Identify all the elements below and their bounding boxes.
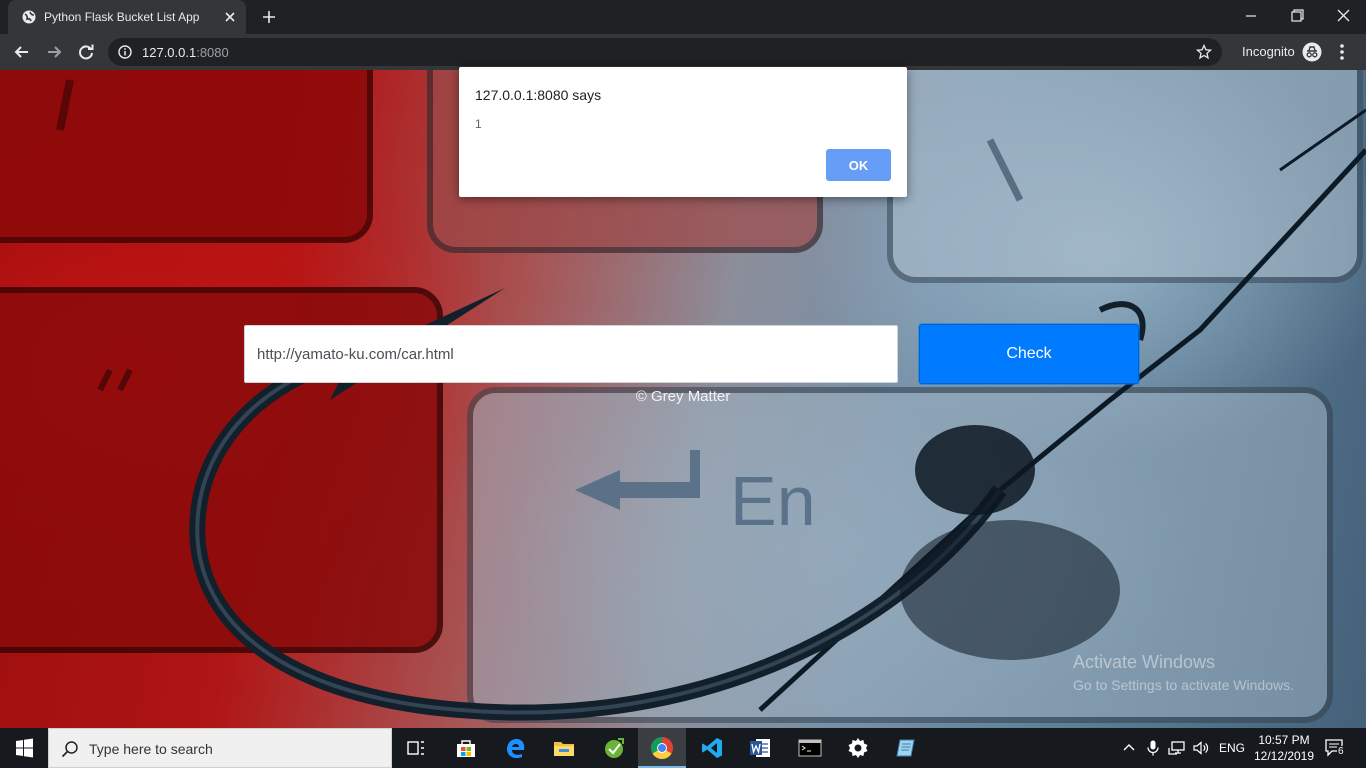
new-tab-icon[interactable] (260, 8, 278, 26)
watermark-subtitle: Go to Settings to activate Windows. (1073, 677, 1294, 693)
globe-icon (22, 10, 36, 24)
greenshot-button[interactable] (590, 728, 638, 768)
search-placeholder: Type here to search (89, 741, 213, 757)
action-center-button[interactable]: 6 (1324, 738, 1346, 758)
incognito-label: Incognito (1242, 44, 1295, 59)
store-button[interactable] (442, 728, 490, 768)
system-clock[interactable]: 10:57 PM 12/12/2019 (1246, 732, 1322, 764)
microphone-icon[interactable] (1144, 739, 1162, 757)
browser-toolbar: 127.0.0.1:8080 Incognito (0, 34, 1366, 70)
store-icon (457, 740, 475, 757)
check-button[interactable]: Check (919, 324, 1139, 384)
bookmark-star-icon[interactable] (1196, 44, 1212, 60)
terminal-button[interactable] (786, 728, 834, 768)
clock-date: 12/12/2019 (1253, 749, 1315, 763)
info-icon[interactable] (118, 45, 132, 59)
settings-button[interactable] (834, 728, 882, 768)
file-explorer-button[interactable] (540, 728, 588, 768)
close-window-icon[interactable] (1332, 6, 1354, 26)
alert-dialog: 127.0.0.1:8080 says 1 OK (459, 67, 907, 197)
vscode-button[interactable] (688, 728, 736, 768)
back-icon[interactable] (12, 42, 32, 62)
terminal-icon (798, 739, 822, 757)
chrome-icon (651, 737, 673, 759)
windows-taskbar: Type here to search ENG 10:57 PM 12/12/2… (0, 728, 1366, 768)
alert-ok-button[interactable]: OK (826, 149, 891, 181)
task-view-icon (407, 741, 424, 755)
minimize-icon[interactable] (1240, 6, 1262, 26)
search-icon (61, 741, 78, 758)
edge-button[interactable] (492, 728, 540, 768)
notepad-button[interactable] (882, 728, 930, 768)
watermark-title: Activate Windows (1073, 652, 1216, 672)
network-icon[interactable] (1168, 739, 1186, 757)
word-button[interactable] (736, 728, 784, 768)
greenshot-icon (605, 738, 624, 758)
chevron-up-icon[interactable] (1120, 739, 1138, 757)
taskbar-search[interactable]: Type here to search (48, 728, 392, 768)
url-text[interactable]: 127.0.0.1:8080 (142, 45, 229, 60)
more-menu-icon[interactable] (1333, 42, 1351, 62)
forward-icon[interactable] (44, 42, 64, 62)
address-bar[interactable]: 127.0.0.1:8080 (108, 38, 1222, 66)
vscode-icon (702, 738, 722, 758)
close-tab-icon[interactable] (222, 9, 238, 25)
clock-time: 10:57 PM (1258, 733, 1310, 747)
alert-origin: 127.0.0.1:8080 says (475, 87, 602, 103)
tab-strip: Python Flask Bucket List App (0, 0, 1366, 34)
notification-count: 6 (1337, 746, 1345, 757)
input-language[interactable]: ENG (1219, 741, 1245, 755)
tab-active[interactable]: Python Flask Bucket List App (8, 0, 246, 34)
incognito-icon[interactable] (1302, 42, 1322, 62)
notepad-icon (896, 739, 915, 757)
volume-icon[interactable] (1192, 739, 1210, 757)
activate-windows-watermark: Activate Windows Go to Settings to activ… (1073, 652, 1294, 693)
tab-title: Python Flask Bucket List App (44, 10, 200, 24)
alert-message: 1 (475, 117, 482, 131)
svg-text:En: En (730, 462, 816, 540)
chrome-button[interactable] (638, 728, 686, 768)
word-icon (750, 739, 770, 757)
windows-start-icon[interactable] (0, 728, 48, 768)
task-view-button[interactable] (392, 728, 440, 768)
folder-icon (554, 742, 574, 756)
url-input[interactable] (244, 325, 898, 383)
restore-icon[interactable] (1286, 6, 1308, 26)
reload-icon[interactable] (76, 42, 96, 62)
footer-copyright: © Grey Matter (635, 388, 731, 405)
gear-icon (848, 738, 868, 758)
edge-icon (507, 738, 525, 759)
